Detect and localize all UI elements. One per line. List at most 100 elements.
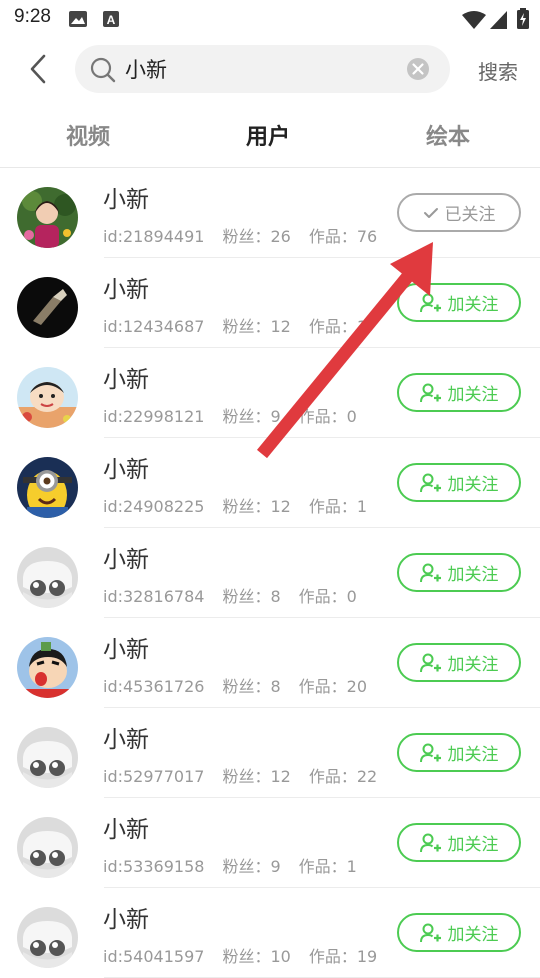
user-id: id:24908225 [103, 497, 205, 516]
follow-button[interactable]: 加关注 [397, 823, 521, 862]
user-id: id:52977017 [103, 767, 205, 786]
user-list-item[interactable]: 小新 id:54041597 粉丝：10 作品：19 加关注 [0, 888, 540, 978]
following-button[interactable]: 已关注 [397, 193, 521, 232]
svg-text:A: A [107, 13, 116, 27]
app-notification-icon: A [103, 11, 119, 27]
fans-count: 9 [270, 857, 281, 876]
works-count: 0 [346, 407, 357, 426]
user-fans: 粉丝：26 [222, 227, 290, 246]
works-label: 作品： [308, 497, 357, 516]
user-list-item[interactable]: 小新 id:22998121 粉丝：9 作品：0 加关注 [0, 348, 540, 438]
fans-label: 粉丝： [222, 407, 271, 426]
follow-button-label: 加关注 [447, 565, 499, 585]
tab-users[interactable]: 用户 [246, 119, 290, 151]
user-avatar[interactable] [17, 277, 78, 338]
user-avatar[interactable] [17, 637, 78, 698]
user-id: id:12434687 [103, 317, 205, 336]
user-meta: id:22998121 粉丝：9 作品：0 [103, 403, 375, 427]
user-name: 小新 [103, 907, 149, 933]
user-avatar[interactable] [17, 907, 78, 968]
user-id: id:21894491 [103, 227, 205, 246]
user-avatar[interactable] [17, 727, 78, 788]
user-avatar[interactable] [17, 547, 78, 608]
image-notification-icon [69, 11, 87, 27]
user-meta: id:21894491 粉丝：26 作品：76 [103, 223, 395, 247]
follow-button-label: 加关注 [447, 475, 499, 495]
user-works: 作品：22 [309, 767, 377, 786]
follow-button[interactable]: 加关注 [397, 643, 521, 682]
fans-count: 10 [270, 947, 291, 966]
works-count: 22 [356, 767, 378, 786]
search-icon [90, 57, 116, 83]
user-list-item[interactable]: 小新 id:12434687 粉丝：12 作品：1 加关注 [0, 258, 540, 348]
user-works: 作品：20 [299, 677, 367, 696]
user-id: id:32816784 [103, 587, 205, 606]
works-label: 作品： [298, 857, 347, 876]
user-id: id:45361726 [103, 677, 205, 696]
works-count: 1 [356, 317, 368, 336]
user-name: 小新 [103, 187, 149, 213]
user-avatar[interactable] [17, 367, 78, 428]
tab-videos[interactable]: 视频 [66, 119, 110, 151]
back-button[interactable] [24, 52, 52, 86]
user-list-item[interactable]: 小新 id:52977017 粉丝：12 作品：22 加关注 [0, 708, 540, 798]
user-fans: 粉丝：8 [222, 587, 280, 606]
user-meta: id:54041597 粉丝：10 作品：19 [103, 943, 395, 967]
user-fans: 粉丝：12 [222, 767, 290, 786]
fans-label: 粉丝： [222, 317, 271, 336]
fans-label: 粉丝： [222, 587, 271, 606]
user-list-item[interactable]: 小新 id:45361726 粉丝：8 作品：20 加关注 [0, 618, 540, 708]
works-count: 76 [356, 227, 378, 246]
follow-button-label: 加关注 [447, 295, 499, 315]
fans-label: 粉丝： [222, 947, 271, 966]
follow-button[interactable]: 加关注 [397, 463, 521, 502]
user-name: 小新 [103, 637, 149, 663]
battery-icon [517, 8, 529, 29]
user-avatar[interactable] [17, 457, 78, 518]
fans-label: 粉丝： [222, 497, 271, 516]
follow-button[interactable]: 加关注 [397, 283, 521, 322]
user-list-item[interactable]: 小新 id:53369158 粉丝：9 作品：1 加关注 [0, 798, 540, 888]
search-button[interactable]: 搜索 [478, 56, 518, 85]
search-input[interactable] [125, 53, 395, 85]
add-user-icon [419, 923, 441, 942]
add-user-icon [419, 473, 441, 492]
follow-button-label: 加关注 [447, 385, 499, 405]
follow-button-label: 已关注 [444, 205, 496, 225]
user-meta: id:53369158 粉丝：9 作品：1 [103, 853, 375, 877]
clear-search-icon[interactable] [406, 57, 430, 81]
search-box[interactable] [75, 45, 450, 93]
user-meta: id:52977017 粉丝：12 作品：22 [103, 763, 395, 787]
add-user-icon [419, 743, 441, 762]
fans-count: 12 [270, 497, 291, 516]
follow-button[interactable]: 加关注 [397, 733, 521, 772]
status-bar: 9:28 A [0, 0, 540, 36]
fans-count: 8 [270, 587, 281, 606]
user-list-item[interactable]: 小新 id:24908225 粉丝：12 作品：1 加关注 [0, 438, 540, 528]
follow-button-label: 加关注 [447, 655, 499, 675]
user-list-item[interactable]: 小新 id:32816784 粉丝：8 作品：0 加关注 [0, 528, 540, 618]
user-avatar[interactable] [17, 817, 78, 878]
works-label: 作品： [308, 767, 357, 786]
tab-picture-books[interactable]: 绘本 [426, 119, 470, 151]
status-time: 9:28 [14, 6, 51, 27]
follow-button-label: 加关注 [447, 835, 499, 855]
check-icon [423, 207, 438, 218]
follow-button[interactable]: 加关注 [397, 373, 521, 412]
user-works: 作品：0 [299, 407, 357, 426]
user-fans: 粉丝：9 [222, 857, 280, 876]
fans-count: 12 [270, 767, 291, 786]
user-fans: 粉丝：9 [222, 407, 280, 426]
fans-count: 9 [270, 407, 281, 426]
works-count: 1 [346, 857, 357, 876]
follow-button[interactable]: 加关注 [397, 913, 521, 952]
user-list-item[interactable]: 小新 id:21894491 粉丝：26 作品：76 已关注 [0, 168, 540, 258]
user-avatar[interactable] [17, 187, 78, 248]
chevron-left-icon [30, 54, 46, 84]
user-works: 作品：0 [299, 587, 357, 606]
user-fans: 粉丝：10 [222, 947, 290, 966]
user-id: id:54041597 [103, 947, 205, 966]
follow-button[interactable]: 加关注 [397, 553, 521, 592]
works-label: 作品： [298, 677, 347, 696]
user-works: 作品：1 [299, 857, 357, 876]
